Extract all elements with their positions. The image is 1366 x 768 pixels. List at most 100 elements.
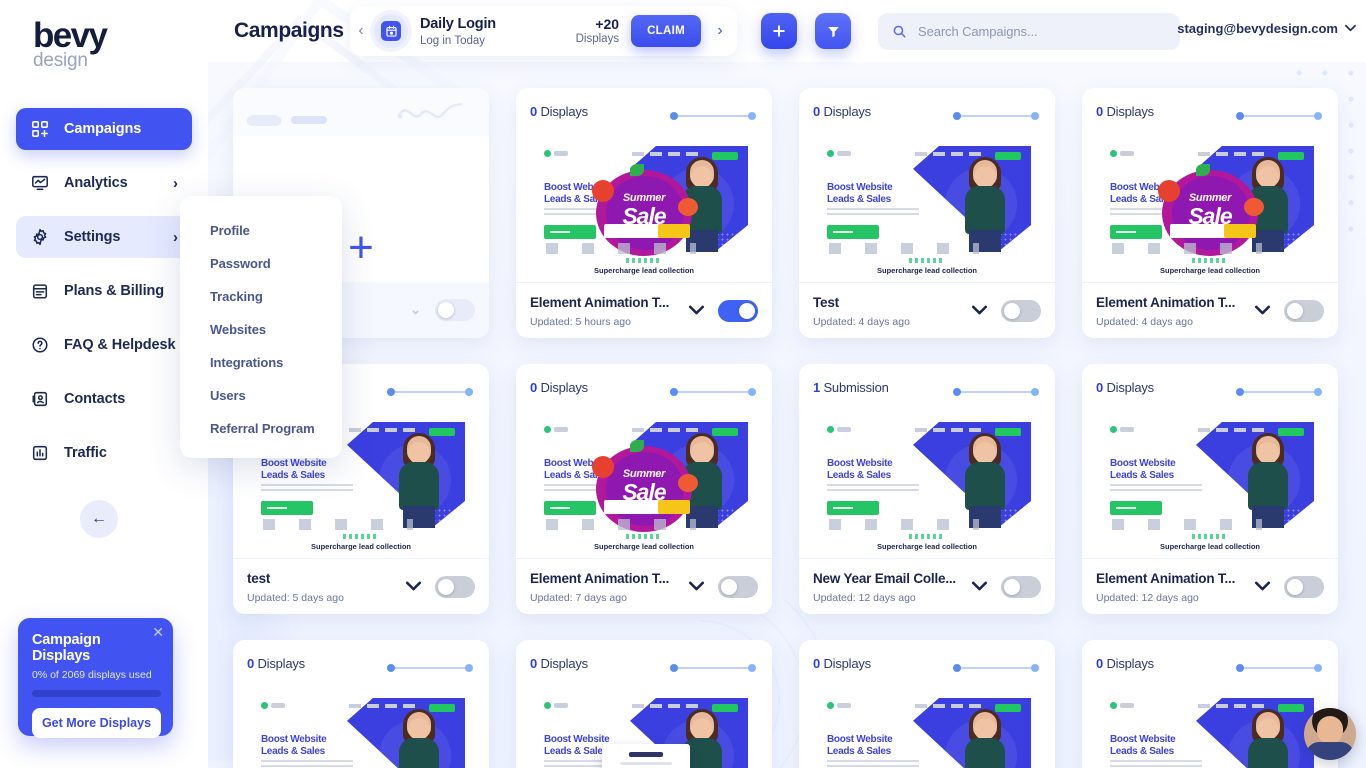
filter-button[interactable] (815, 13, 851, 49)
submenu-item-websites[interactable]: Websites (180, 313, 342, 346)
reward-subtitle: Log in Today (420, 35, 486, 47)
campaign-metric: 0 Displays (1096, 380, 1154, 395)
sidebar-collapse-button[interactable]: ← (80, 500, 118, 538)
campaign-thumbnail: Boost WebsiteLeads & Sales Supercharge l… (799, 136, 1055, 282)
arrow-left-icon: ← (91, 510, 107, 527)
campaign-toggle[interactable] (718, 299, 758, 322)
chevron-down-icon[interactable] (1254, 579, 1271, 594)
campaign-toggle[interactable] (1001, 575, 1041, 598)
campaign-card[interactable]: 0 Displays Boost WebsiteLeads & Sales Su… (799, 640, 1055, 768)
campaign-metric-count: 1 (813, 380, 821, 395)
chevron-down-icon[interactable] (1254, 303, 1271, 318)
campaign-card[interactable]: 0 Displays Boost WebsiteLeads & Sales Su… (516, 640, 772, 768)
campaign-thumbnail-art: Boost WebsiteLeads & Sales Supercharge l… (257, 698, 465, 768)
campaign-toggle[interactable] (1284, 299, 1324, 322)
submenu-item-users[interactable]: Users (180, 379, 342, 412)
submenu-item-profile[interactable]: Profile (180, 214, 342, 247)
campaign-metric-label: Displays (540, 380, 588, 395)
submenu-item-referral-program[interactable]: Referral Program (180, 412, 342, 445)
sidebar-item-label: Analytics (64, 175, 128, 191)
campaign-sparkline (953, 663, 1039, 673)
campaign-metric: 0 Displays (530, 380, 588, 395)
chevron-down-icon[interactable] (971, 303, 988, 318)
campaign-updated: Updated: 5 hours ago (530, 315, 631, 328)
campaign-thumbnail-art: Boost WebsiteLeads & Sales Supercharge l… (1106, 422, 1314, 551)
submenu-item-label: Users (210, 388, 246, 403)
campaign-metric-label: Submission (823, 380, 889, 395)
reward-prev-icon[interactable]: ‹ (350, 22, 372, 40)
campaign-metric-count: 0 (247, 656, 255, 671)
campaign-card[interactable]: 0 Displays Boost WebsiteLeads & Sales Su… (1082, 88, 1338, 338)
funnel-icon (827, 26, 839, 37)
popup-preview-overlay (602, 744, 690, 768)
search-input[interactable]: Search Campaigns... (878, 13, 1180, 50)
sidebar-item-traffic[interactable]: Traffic (16, 432, 192, 474)
brand-logo[interactable]: bevy design (33, 18, 108, 71)
placeholder-bar (291, 116, 327, 124)
campaign-card[interactable]: 0 Displays Boost WebsiteLeads & Sales Su… (516, 364, 772, 614)
chevron-down-icon[interactable] (971, 579, 988, 594)
submenu-item-label: Websites (210, 322, 267, 337)
close-icon[interactable]: ✕ (152, 624, 164, 641)
submenu-item-integrations[interactable]: Integrations (180, 346, 342, 379)
sidebar-item-campaigns[interactable]: Campaigns (16, 108, 192, 150)
campaign-metric: 0 Displays (813, 656, 871, 671)
campaign-card[interactable]: 0 Displays Boost WebsiteLeads & Sales Su… (1082, 364, 1338, 614)
campaign-thumbnail-art: Boost Website Leads & Sales Summer Sale S… (540, 146, 748, 275)
campaign-metric: 0 Displays (1096, 656, 1154, 671)
sidebar: bevy design Campaigns Analytics › Settin… (0, 0, 208, 768)
chevron-down-icon[interactable] (688, 579, 705, 594)
campaign-thumbnail: Boost Website Leads & Sales Summer Sale S… (516, 412, 772, 558)
question-circle-icon (30, 335, 50, 355)
chevron-right-icon: › (173, 174, 178, 192)
campaign-toggle[interactable] (435, 575, 475, 598)
campaign-toggle[interactable] (435, 299, 475, 321)
campaign-metric: 0 Displays (1096, 104, 1154, 119)
campaign-thumbnail: Boost Website Leads & Sales Summer Sale S… (516, 136, 772, 282)
campaign-card-footer: Element Animation T... Updated: 12 days … (1082, 558, 1338, 614)
sidebar-item-analytics[interactable]: Analytics › (16, 162, 192, 204)
submenu-item-tracking[interactable]: Tracking (180, 280, 342, 313)
sidebar-item-contacts[interactable]: Contacts (16, 378, 192, 420)
campaign-card[interactable]: 0 Displays Boost WebsiteLeads & Sales Su… (233, 640, 489, 768)
campaign-toggle[interactable] (718, 575, 758, 598)
campaign-toggle[interactable] (1001, 299, 1041, 322)
support-chat-avatar[interactable] (1304, 708, 1356, 760)
campaign-toggle[interactable] (1284, 575, 1324, 598)
campaign-card[interactable]: 0 Displays Boost WebsiteLeads & Sales Su… (1082, 640, 1338, 768)
chevron-down-icon[interactable] (405, 579, 422, 594)
campaign-card[interactable]: 0 Displays Boost WebsiteLeads & Sales Su… (516, 88, 772, 338)
campaign-metric-count: 0 (530, 104, 538, 119)
submenu-item-password[interactable]: Password (180, 247, 342, 280)
campaign-metric-count: 0 (1096, 656, 1104, 671)
campaign-thumbnail: Boost WebsiteLeads & Sales Supercharge l… (1082, 688, 1338, 768)
campaign-metric-count: 0 (813, 656, 821, 671)
grid-plus-icon (30, 119, 50, 139)
campaign-sparkline (953, 387, 1039, 397)
campaign-updated: Updated: 4 days ago (1096, 315, 1193, 328)
campaign-metric-count: 0 (1096, 104, 1104, 119)
sidebar-item-settings[interactable]: Settings › (16, 216, 192, 258)
settings-submenu: Profile Password Tracking Websites Integ… (180, 196, 342, 458)
campaign-updated: Updated: 12 days ago (1096, 591, 1199, 604)
campaign-card-footer: New Year Email Colle... Updated: 12 days… (799, 558, 1055, 614)
submenu-item-label: Referral Program (210, 421, 315, 436)
campaign-card[interactable]: 1 Submission Boost Website Leads & Sales … (799, 364, 1055, 614)
wave-decoration-icon (397, 102, 463, 119)
sidebar-item-label: FAQ & Helpdesk (64, 337, 176, 353)
submenu-item-label: Tracking (210, 289, 263, 304)
chevron-down-icon[interactable] (688, 303, 705, 318)
reward-next-icon[interactable]: › (709, 22, 731, 40)
get-more-displays-button[interactable]: Get More Displays (32, 708, 161, 738)
campaign-metric: 0 Displays (530, 656, 588, 671)
add-campaign-button[interactable] (761, 13, 797, 49)
submenu-item-label: Profile (210, 223, 250, 238)
account-email: staging@bevydesign.com (1177, 21, 1338, 36)
campaign-card[interactable]: 0 Displays Boost WebsiteLeads & Sales Su… (799, 88, 1055, 338)
account-menu[interactable]: staging@bevydesign.com (1177, 21, 1356, 36)
sidebar-item-faq-helpdesk[interactable]: FAQ & Helpdesk (16, 324, 192, 366)
sidebar-item-plans-billing[interactable]: Plans & Billing (16, 270, 192, 312)
chevron-right-icon: › (173, 228, 178, 246)
claim-button[interactable]: CLAIM (631, 15, 701, 47)
avatar-face (1317, 716, 1343, 744)
